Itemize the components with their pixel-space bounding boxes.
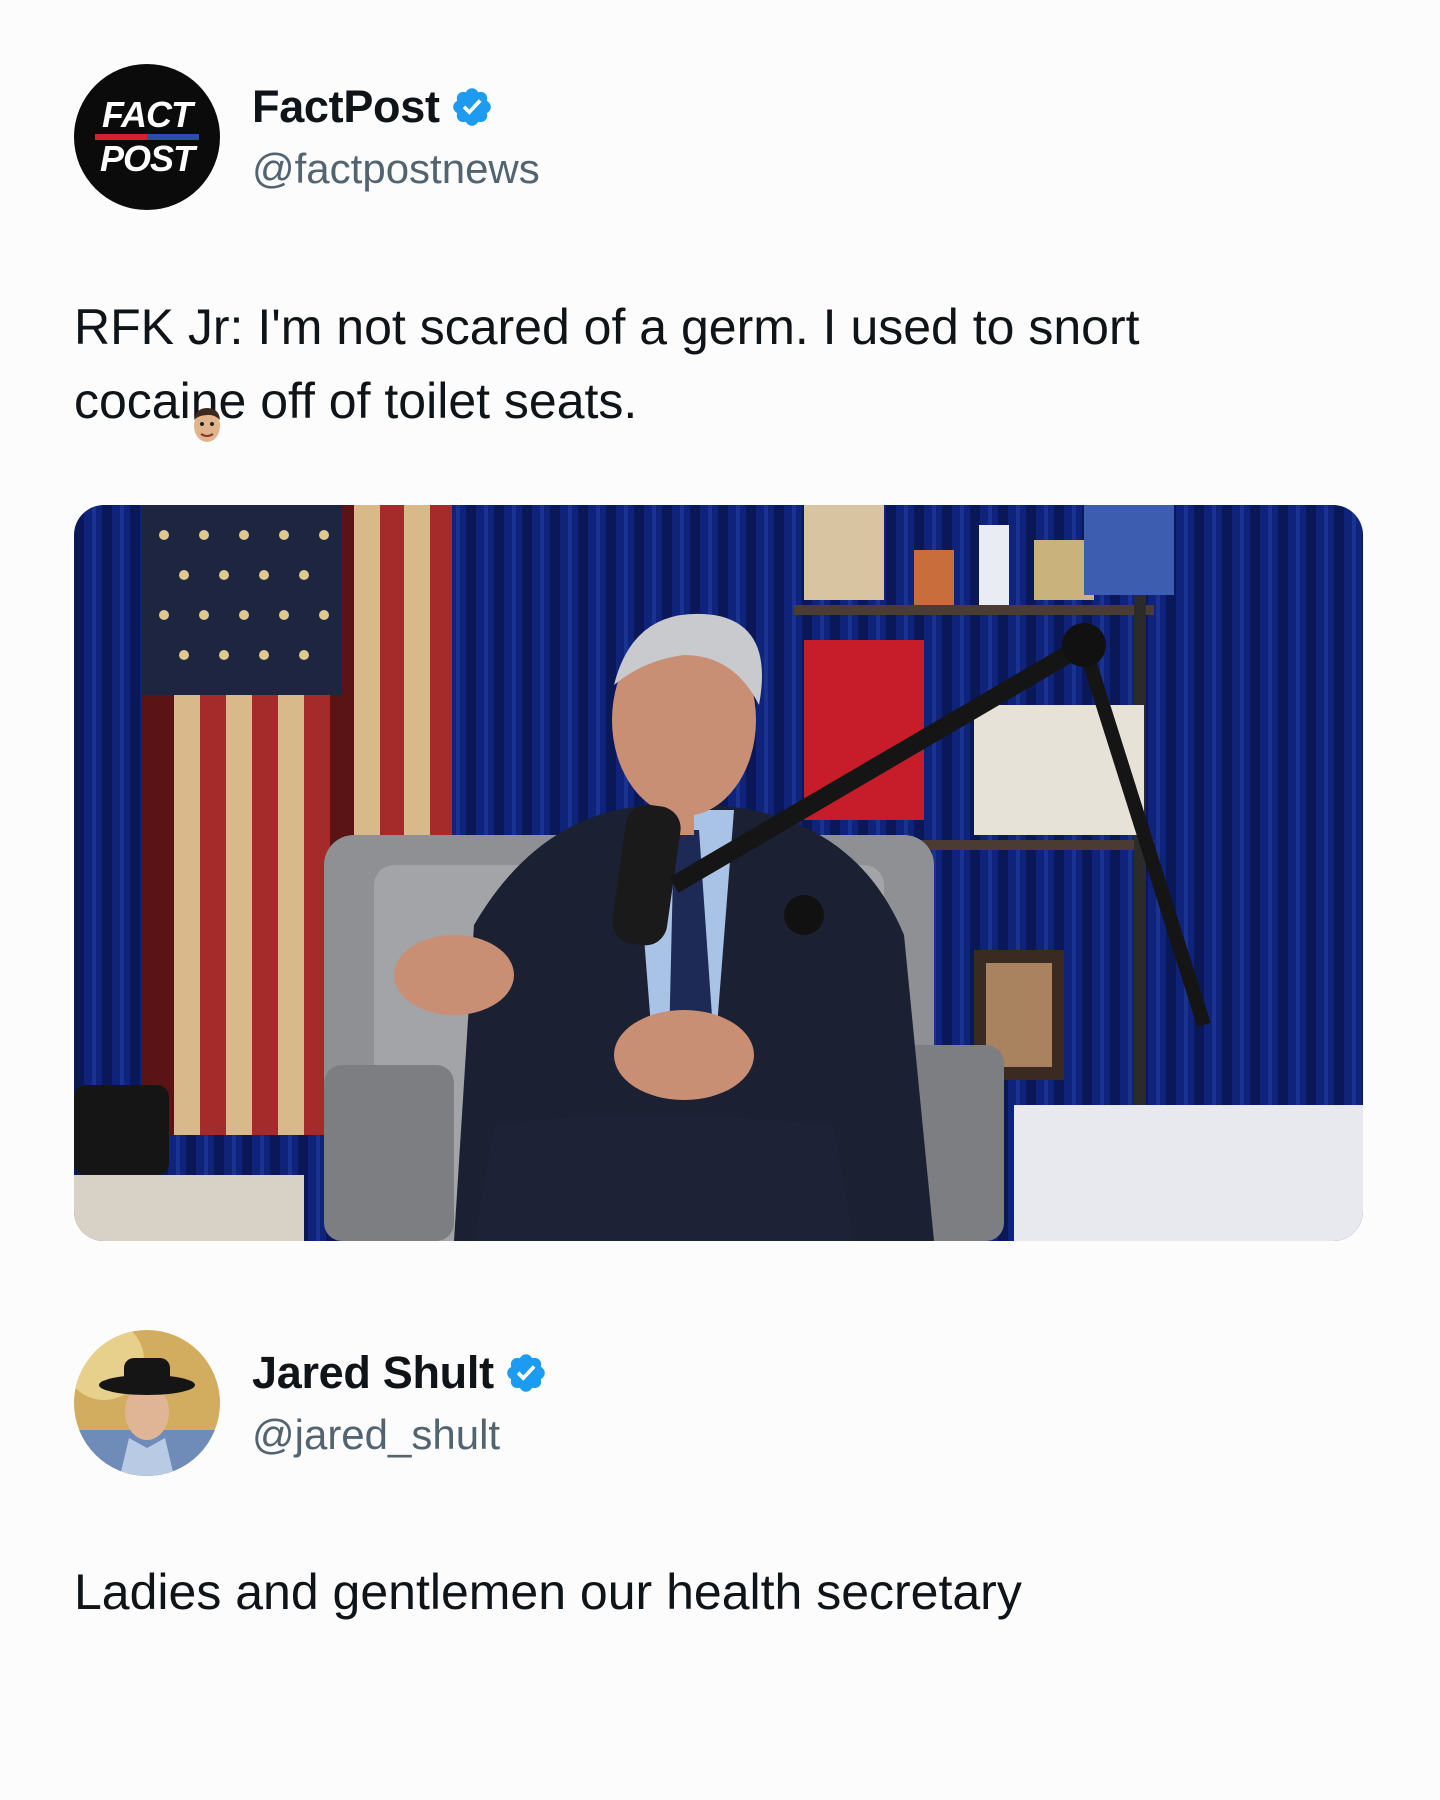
- tweet-text-line: RFK Jr: I'm not scared of a germ. I used…: [74, 299, 1140, 355]
- verified-badge-icon: [452, 88, 491, 126]
- tweet-text: RFK Jr: I'm not scared of a germ. I used…: [74, 290, 1374, 438]
- handle[interactable]: @jared_shult: [252, 1411, 548, 1459]
- verified-badge-icon: [506, 1354, 545, 1392]
- name-row: FactPost: [252, 81, 540, 133]
- face-sticker-icon: [194, 408, 220, 442]
- tweet-text: Ladies and gentlemen our health secretar…: [74, 1555, 1374, 1629]
- avatar-logo-line1: FACT: [102, 94, 193, 135]
- cowboy-avatar-image: [74, 1330, 220, 1476]
- tweet-header-jared[interactable]: Jared Shult @jared_shult: [74, 1330, 548, 1476]
- display-name[interactable]: FactPost: [252, 81, 440, 133]
- tweet-text-line: cocaine off of toilet seats.: [74, 373, 638, 429]
- avatar-logo-line2: POST: [99, 138, 195, 179]
- jared-avatar[interactable]: [74, 1330, 220, 1476]
- user-meta: Jared Shult @jared_shult: [252, 1347, 548, 1459]
- display-name[interactable]: Jared Shult: [252, 1347, 494, 1399]
- user-meta: FactPost @factpostnews: [252, 81, 540, 193]
- podcast-scene-image: [74, 505, 1363, 1241]
- tweet-media-video-still[interactable]: [74, 505, 1363, 1241]
- factpost-avatar[interactable]: FACT POST: [74, 64, 220, 210]
- tweet-text-line: Ladies and gentlemen our health secretar…: [74, 1564, 1022, 1620]
- handle[interactable]: @factpostnews: [252, 145, 540, 193]
- name-row: Jared Shult: [252, 1347, 548, 1399]
- tweet-header-factpost[interactable]: FACT POST FactPost @factpostnews: [74, 64, 540, 210]
